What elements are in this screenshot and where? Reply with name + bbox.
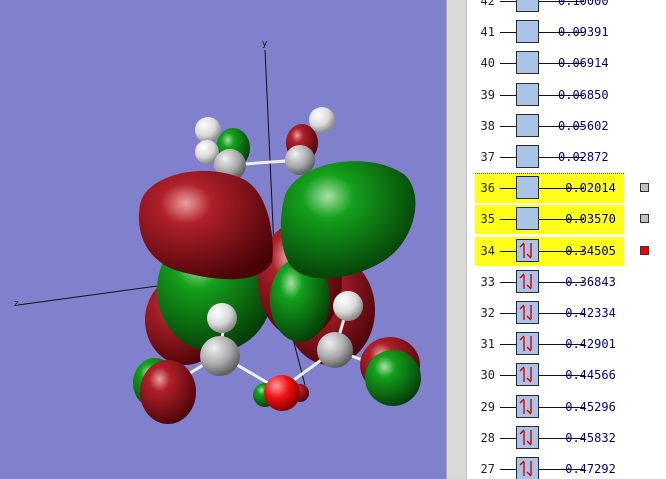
virtual-orbital-box[interactable]: [516, 145, 539, 168]
molecule-render[interactable]: y z: [0, 0, 446, 479]
mo-energy-value: 0.09391: [558, 25, 609, 40]
panel-splitter[interactable]: [446, 0, 467, 479]
virtual-orbital-box[interactable]: [516, 0, 539, 12]
mo-index: 42: [480, 0, 495, 8]
virtual-orbital-box[interactable]: [516, 20, 539, 44]
mo-energy-value: -0.36843: [558, 274, 616, 289]
mo-energy-value: -0.02014: [558, 181, 616, 196]
electron-pair-icon: [519, 335, 532, 352]
mo-index: 34: [480, 243, 495, 258]
electron-pair-icon: [519, 242, 532, 259]
mo-index: 36: [480, 181, 495, 196]
mo-index: 41: [480, 25, 495, 40]
electron-pair-icon: [519, 273, 532, 290]
mo-index: 30: [480, 368, 495, 383]
mo-index: 39: [480, 87, 495, 102]
mo-level-row[interactable]: 33 -0.36843: [467, 267, 666, 298]
virtual-orbital-box[interactable]: [516, 207, 539, 231]
mo-energy-value: -0.45832: [558, 430, 616, 445]
virtual-orbital-box[interactable]: [516, 176, 539, 200]
mo-energy-value: 0.10000: [558, 0, 609, 8]
electron-pair-icon: [519, 460, 532, 477]
occupied-orbital-box[interactable]: [516, 332, 539, 356]
electron-pair-icon: [519, 398, 532, 415]
mo-level-row[interactable]: 34 -0.34505: [467, 236, 666, 267]
mo-energy-value: -0.45296: [558, 399, 616, 414]
virtual-orbital-box[interactable]: [516, 51, 539, 75]
mo-level-row[interactable]: 30 -0.44566: [467, 360, 666, 391]
y-axis-label: y: [262, 39, 268, 49]
electron-pair-icon: [519, 304, 532, 321]
mo-index: 28: [480, 430, 495, 445]
mo-energy-value: -0.03570: [558, 212, 616, 227]
occupied-orbital-box[interactable]: [516, 457, 539, 479]
mo-level-row[interactable]: 40 0.06914: [467, 48, 666, 79]
surface-color-marker[interactable]: [640, 245, 649, 255]
mo-energy-value: 0.05602: [558, 118, 609, 133]
mo-level-row[interactable]: 29 -0.45296: [467, 392, 666, 423]
mo-energy-panel: 42 0.10000 41 0.09391 40 0.06914 39 0.06850 38 0.…: [467, 0, 666, 479]
occupied-orbital-box[interactable]: [516, 394, 539, 418]
mo-level-row[interactable]: 37 0.02872: [467, 142, 666, 173]
electron-pair-icon: [519, 366, 532, 383]
mo-index: 35: [480, 212, 495, 227]
mo-index: 38: [480, 118, 495, 133]
mo-index: 33: [480, 274, 495, 289]
mo-index: 32: [480, 306, 495, 320]
mo-energy-value: 0.06850: [558, 87, 609, 102]
occupied-orbital-box[interactable]: [516, 363, 539, 387]
mo-level-row[interactable]: 42 0.10000: [467, 0, 666, 17]
occupied-orbital-box[interactable]: [516, 269, 539, 293]
mo-index: 37: [480, 150, 495, 164]
molecule-viewport[interactable]: y z: [0, 0, 446, 479]
mo-index: 31: [480, 337, 495, 352]
mo-level-row[interactable]: 32 -0.42334: [467, 298, 666, 329]
mo-level-row[interactable]: 38 0.05602: [467, 111, 666, 142]
mo-energy-value: -0.42334: [558, 306, 616, 320]
mo-level-row[interactable]: 35 -0.03570: [467, 204, 666, 235]
mo-level-row[interactable]: 39 0.06850: [467, 80, 666, 111]
mo-energy-value: 0.02872: [558, 150, 609, 164]
virtual-orbital-box[interactable]: [516, 82, 539, 106]
surface-color-marker[interactable]: [640, 183, 649, 193]
z-axis-label: z: [14, 299, 19, 309]
mo-energy-value: -0.42901: [558, 337, 616, 352]
mo-level-row[interactable]: 41 0.09391: [467, 17, 666, 48]
occupied-orbital-box[interactable]: [516, 301, 539, 324]
mo-level-row[interactable]: 27 -0.47292: [467, 454, 666, 479]
surface-color-marker[interactable]: [640, 214, 649, 224]
occupied-orbital-box[interactable]: [516, 238, 539, 262]
mo-energy-value: -0.34505: [558, 243, 616, 258]
mo-level-row[interactable]: 36 -0.02014: [467, 173, 666, 204]
mo-level-row[interactable]: 31 -0.42901: [467, 329, 666, 360]
mo-index: 27: [480, 462, 495, 476]
mo-energy-value: -0.47292: [558, 462, 616, 476]
mo-index: 29: [480, 399, 495, 414]
virtual-orbital-box[interactable]: [516, 113, 539, 137]
mo-energy-value: -0.44566: [558, 368, 616, 383]
mo-index: 40: [480, 56, 495, 71]
electron-pair-icon: [519, 429, 532, 446]
mo-level-row[interactable]: 28 -0.45832: [467, 423, 666, 454]
occupied-orbital-box[interactable]: [516, 425, 539, 449]
mo-energy-value: 0.06914: [558, 56, 609, 71]
